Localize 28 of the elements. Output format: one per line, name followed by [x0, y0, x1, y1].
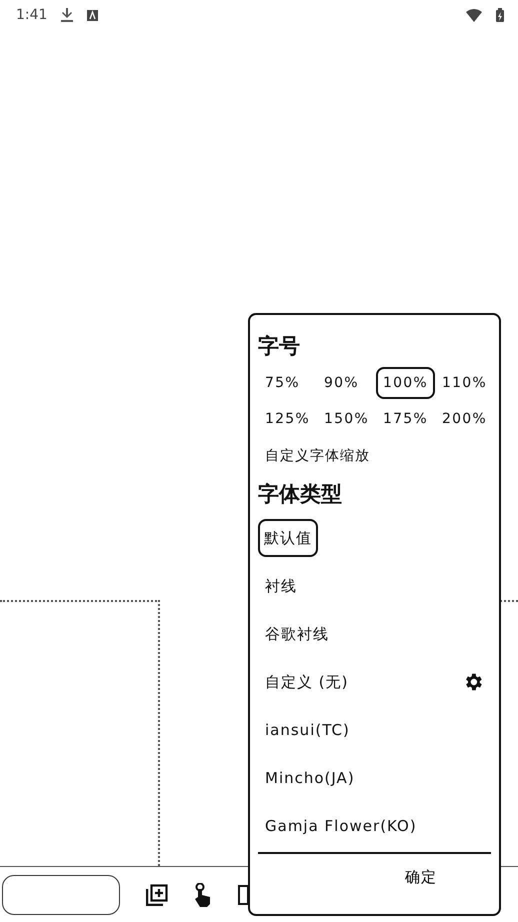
battery-icon	[496, 8, 504, 22]
section-title: 字号	[258, 333, 301, 360]
size-option[interactable]: 100%	[376, 367, 435, 399]
font-option[interactable]: Mincho(JA)	[258, 754, 491, 802]
custom-scale-option[interactable]: 自定义字体缩放	[258, 435, 491, 477]
font-option[interactable]: 谷歌衬线	[258, 610, 491, 658]
touch-icon[interactable]	[194, 882, 212, 906]
font-option[interactable]: Gamja Flower(KO)	[258, 802, 491, 850]
font-option[interactable]: 默认值	[258, 519, 318, 557]
size-option[interactable]: 75%	[258, 367, 307, 399]
font-option[interactable]: iansui(TC)	[258, 706, 491, 754]
font-option[interactable]: 自定义 (无)	[265, 672, 348, 692]
section-title: 字体类型	[258, 481, 343, 508]
wifi-icon	[466, 8, 482, 22]
search-field[interactable]	[2, 874, 120, 914]
add-page-icon[interactable]	[146, 884, 168, 906]
font-option[interactable]: 衬线	[258, 562, 491, 610]
confirm-button[interactable]: 确定	[401, 864, 441, 891]
size-option[interactable]: 150%	[317, 403, 376, 435]
size-option[interactable]: 175%	[376, 403, 435, 435]
book-icon[interactable]	[238, 884, 248, 904]
size-option[interactable]: 90%	[317, 367, 366, 399]
size-option[interactable]: 125%	[258, 403, 317, 435]
status-time: 1:41	[16, 7, 48, 23]
size-option[interactable]: 200%	[435, 403, 494, 435]
download-icon	[61, 8, 74, 22]
size-option[interactable]: 110%	[435, 367, 494, 399]
keyboard-icon	[87, 10, 98, 20]
